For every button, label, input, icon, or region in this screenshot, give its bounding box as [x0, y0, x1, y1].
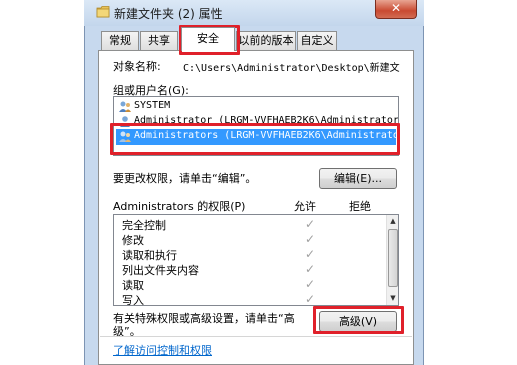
scroll-down-icon[interactable]: ▼	[388, 293, 398, 303]
list-item[interactable]: SYSTEM	[116, 99, 396, 115]
allow-check-icon: ✓	[305, 232, 316, 246]
allow-check-icon: ✓	[305, 277, 316, 291]
divider	[100, 336, 412, 337]
permissions-list[interactable]: 完全控制 ✓ 修改 ✓ 读取和执行 ✓ 列出文件夹内容 ✓ 读取 ✓ 写入 ✓ …	[113, 214, 399, 306]
tab-security[interactable]: 安全	[181, 27, 235, 51]
close-button[interactable]: ✕	[375, 0, 417, 19]
permission-name: 完全控制	[122, 219, 166, 232]
allow-check-icon: ✓	[305, 262, 316, 276]
permission-name: 修改	[122, 234, 144, 247]
object-name-label: 对象名称:	[113, 60, 161, 73]
permission-name: 列出文件夹内容	[122, 264, 199, 277]
tab-general[interactable]: 常规	[101, 31, 139, 50]
object-name-value: C:\Users\Administrator\Desktop\新建文件夹	[183, 63, 400, 74]
window-title: 新建文件夹 (2) 属性	[114, 7, 223, 21]
allow-header: 允许	[294, 200, 316, 213]
permission-row: 列出文件夹内容 ✓	[122, 262, 382, 277]
permission-name: 读取	[122, 279, 144, 292]
highlight-advanced-button	[313, 306, 404, 334]
permission-row: 修改 ✓	[122, 232, 382, 247]
allow-check-icon: ✓	[305, 292, 316, 306]
permissions-scrollbar[interactable]: ▲ ▼	[386, 215, 398, 305]
tab-sharing[interactable]: 共享	[140, 31, 178, 50]
permission-row: 读取 ✓	[122, 277, 382, 292]
scroll-thumb[interactable]	[388, 229, 398, 287]
highlight-administrators-row	[110, 123, 400, 155]
permission-row: 读取和执行 ✓	[122, 247, 382, 262]
change-permissions-text: 要更改权限，请单击“编辑”。	[113, 172, 257, 185]
tab-customize[interactable]: 自定义	[297, 31, 337, 50]
user-name: SYSTEM	[134, 100, 171, 111]
permissions-for-label: Administrators 的权限(P)	[113, 200, 246, 213]
permission-name: 读取和执行	[122, 249, 177, 262]
tab-previous-versions[interactable]: 以前的版本	[236, 31, 296, 50]
permission-name: 写入	[122, 294, 144, 306]
access-control-link[interactable]: 了解访问控制和权限	[113, 342, 212, 358]
allow-check-icon: ✓	[305, 247, 316, 261]
permission-row: 完全控制 ✓	[122, 217, 382, 232]
permission-row: 写入 ✓	[122, 292, 382, 306]
scroll-up-icon[interactable]: ▲	[388, 216, 398, 226]
users-icon	[119, 101, 131, 112]
deny-header: 拒绝	[349, 200, 371, 213]
folder-icon	[96, 6, 110, 18]
allow-check-icon: ✓	[305, 217, 316, 231]
edit-button[interactable]: 编辑(E)...	[319, 168, 397, 189]
